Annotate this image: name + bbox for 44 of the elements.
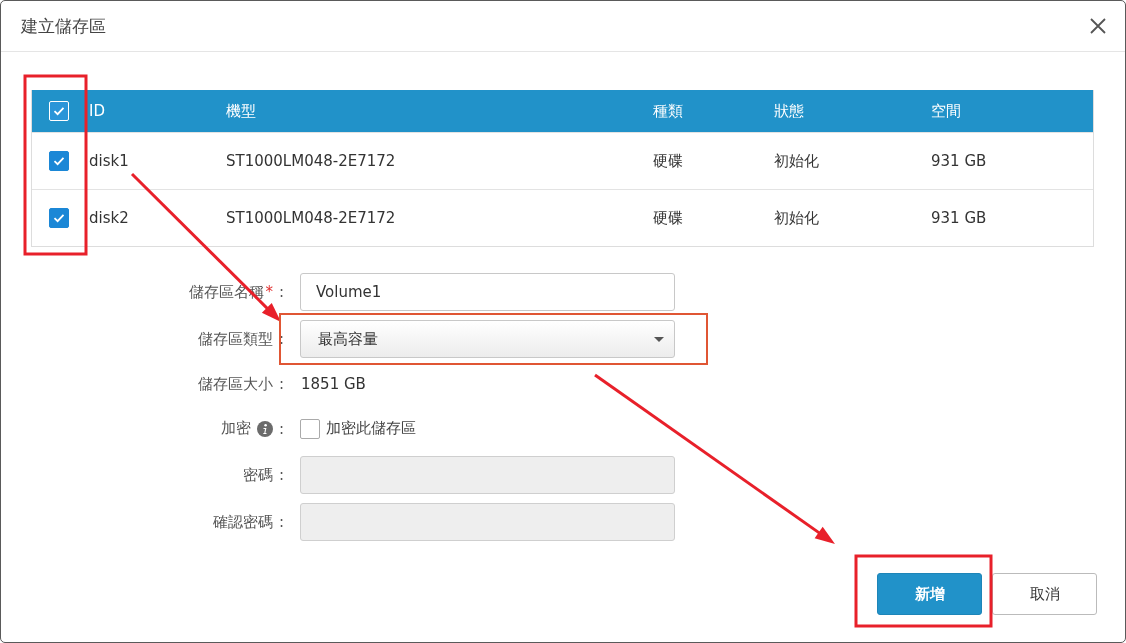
value-text: 1851 GB <box>300 375 367 393</box>
dialog-title: 建立儲存區 <box>21 14 106 38</box>
table-cell-text: 硬碟 <box>653 151 684 171</box>
close-button[interactable] <box>1090 18 1106 34</box>
checkbox[interactable] <box>300 418 320 439</box>
required-mark: * <box>265 283 273 301</box>
table-cell-text: 931 GB <box>931 209 988 227</box>
label-colon: : <box>278 375 286 393</box>
label-colon: : <box>278 419 286 438</box>
check-icon <box>53 156 65 166</box>
table-cell-text: 初始化 <box>774 208 820 228</box>
info-icon[interactable] <box>257 420 273 437</box>
caret-icon <box>654 336 664 342</box>
close-icon <box>1090 18 1106 34</box>
table-cell-text: disk2 <box>89 209 130 227</box>
column-header[interactable]: ID <box>89 102 226 120</box>
column-header[interactable]: 機型 <box>226 101 653 121</box>
column-header[interactable]: 狀態 <box>774 101 931 121</box>
field-label: 儲存區類型 <box>198 329 273 349</box>
dropdown[interactable]: 最高容量 <box>300 320 675 358</box>
field-label: 確認密碼 <box>213 512 273 532</box>
label-colon: : <box>278 466 286 484</box>
table-cell-text: 931 GB <box>931 152 988 170</box>
label-colon: : <box>278 283 286 301</box>
text-field[interactable]: Volume1 <box>300 273 675 311</box>
field-label: 儲存區大小 <box>198 374 273 394</box>
table-cell-text: 硬碟 <box>653 208 684 228</box>
label-colon: : <box>278 513 286 531</box>
field-label: 密碼 <box>243 465 273 485</box>
check-icon <box>53 213 65 223</box>
column-header[interactable]: 種類 <box>653 101 774 121</box>
column-header[interactable]: 空間 <box>931 101 1093 121</box>
checkbox[interactable] <box>49 208 69 228</box>
label-colon: : <box>278 330 286 348</box>
field-label: 加密 <box>221 419 251 438</box>
check-icon <box>53 106 65 116</box>
cancel-button[interactable]: 取消 <box>992 573 1097 615</box>
table-cell-text: disk1 <box>89 152 130 170</box>
checkbox-label[interactable]: 加密此儲存區 <box>326 419 416 438</box>
table-cell-text: ST1000LM048-2E7172 <box>226 152 397 170</box>
add-button[interactable]: 新增 <box>877 573 982 615</box>
checkbox[interactable] <box>49 151 69 171</box>
table-cell-text: 初始化 <box>774 151 820 171</box>
table-cell-text: ST1000LM048-2E7172 <box>226 209 397 227</box>
